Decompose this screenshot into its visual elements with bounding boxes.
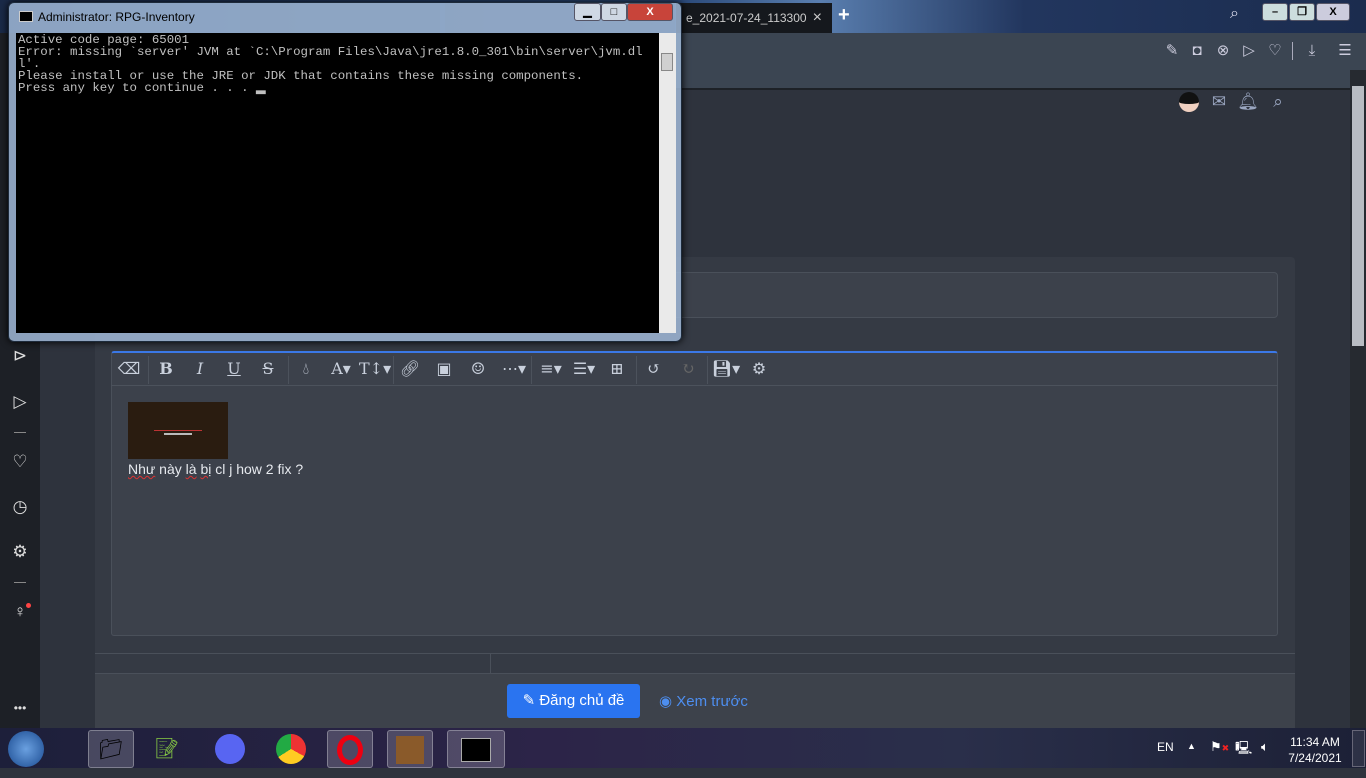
- color-icon[interactable]: 💧︎: [293, 358, 319, 380]
- easy-setup-icon[interactable]: ☰: [1334, 40, 1356, 62]
- message-editor[interactable]: [111, 351, 1278, 636]
- time: 11:34 AM: [1290, 735, 1340, 749]
- link-icon[interactable]: 🔗︎: [397, 358, 423, 380]
- post-thread-button[interactable]: ✎ Đăng chủ đề: [507, 684, 640, 718]
- tab-active[interactable]: e_2021-07-24_113300 ×: [676, 3, 832, 33]
- player-icon[interactable]: ⊳: [8, 344, 32, 368]
- chrome-icon[interactable]: [268, 730, 314, 768]
- settings-icon[interactable]: ⚙: [746, 358, 772, 380]
- show-desktop-button[interactable]: [1352, 730, 1365, 767]
- minecraft-icon[interactable]: [387, 730, 433, 768]
- notepad-plus-icon[interactable]: 📝︎: [144, 730, 190, 768]
- console-output[interactable]: Active code page: 65001 Error: missing `…: [16, 33, 659, 333]
- toolbar-separator: [636, 356, 637, 384]
- bell-icon[interactable]: 🔔︎: [1237, 92, 1259, 114]
- cmd-window-icon: [19, 11, 33, 22]
- send-icon[interactable]: ▷: [1238, 40, 1260, 62]
- discord-icon[interactable]: [207, 730, 253, 768]
- console-close-button[interactable]: X: [627, 3, 673, 21]
- font-size-icon[interactable]: T↕▾: [359, 358, 391, 380]
- history-icon[interactable]: ◷: [8, 495, 32, 519]
- toolbar-separator: [288, 356, 289, 384]
- new-tab-button[interactable]: +: [838, 4, 850, 27]
- network-icon[interactable]: 🖳︎: [1235, 739, 1252, 761]
- console-title: Administrator: RPG-Inventory: [38, 10, 195, 24]
- font-family-icon[interactable]: A▾: [326, 358, 356, 380]
- search-tabs-icon[interactable]: ⌕: [1230, 5, 1239, 23]
- download-icon[interactable]: ⤓: [1301, 40, 1323, 62]
- restore-button[interactable]: ❐: [1289, 3, 1315, 21]
- show-hidden-icons[interactable]: ▲: [1187, 741, 1196, 751]
- bold-icon[interactable]: B: [153, 358, 179, 380]
- toolbar-separator: [393, 356, 394, 384]
- pencil-icon: ✎: [522, 692, 540, 709]
- send-icon[interactable]: ▷: [8, 390, 32, 414]
- heart-icon[interactable]: ♡: [1264, 40, 1286, 62]
- italic-icon[interactable]: I: [187, 358, 213, 380]
- heart-icon[interactable]: ♡: [8, 450, 32, 474]
- redo-icon[interactable]: ↻: [675, 358, 701, 380]
- adblock-icon[interactable]: ⊗: [1212, 40, 1234, 62]
- avatar[interactable]: [1179, 92, 1199, 112]
- notification-dot: [26, 603, 31, 608]
- date: 7/24/2021: [1288, 751, 1342, 765]
- explorer-icon[interactable]: 📁︎: [88, 730, 134, 768]
- toolbar-divider: [1292, 42, 1293, 60]
- underline-icon[interactable]: U: [221, 358, 247, 380]
- sidebar-divider: [14, 432, 26, 433]
- minimize-button[interactable]: –: [1262, 3, 1288, 21]
- remove-format-icon[interactable]: ⌫: [116, 358, 142, 380]
- table-icon[interactable]: ⊞: [604, 358, 630, 380]
- mail-icon[interactable]: ✉: [1208, 92, 1230, 114]
- scrollbar-thumb[interactable]: [1352, 86, 1364, 346]
- drafts-icon[interactable]: 💾︎▾: [711, 358, 741, 380]
- image-icon[interactable]: ▣: [431, 358, 457, 380]
- console-minimize-button[interactable]: ▁: [574, 3, 601, 21]
- console-scrollbar[interactable]: [659, 33, 676, 333]
- settings-icon[interactable]: ⚙: [8, 540, 32, 564]
- start-button[interactable]: [8, 731, 44, 767]
- list-icon[interactable]: ☰▾: [569, 358, 599, 380]
- align-icon[interactable]: ≡▾: [536, 358, 566, 380]
- clock[interactable]: 11:34 AM 7/24/2021: [1284, 734, 1346, 766]
- preview-label: Xem trước: [676, 693, 748, 710]
- attached-image[interactable]: [128, 402, 228, 459]
- edit-snapshot-icon[interactable]: ✎: [1161, 40, 1183, 62]
- cmd-icon[interactable]: [447, 730, 505, 768]
- strikethrough-icon[interactable]: S: [255, 358, 281, 380]
- preview-button[interactable]: ◉ Xem trước: [659, 692, 748, 710]
- search-icon[interactable]: ⌕: [1267, 92, 1289, 114]
- more-icon[interactable]: •••: [8, 696, 32, 720]
- more-options-icon[interactable]: ⋯▾: [499, 358, 529, 380]
- toolbar-separator: [707, 356, 708, 384]
- eye-icon: ◉: [659, 693, 677, 710]
- emoji-icon[interactable]: ☺: [465, 358, 491, 380]
- post-label: Đăng chủ đề: [539, 692, 625, 709]
- toolbar-separator: [148, 356, 149, 384]
- undo-icon[interactable]: ↺: [641, 358, 667, 380]
- console-maximize-button[interactable]: □: [601, 3, 627, 21]
- action-center-icon[interactable]: ⚑✖: [1210, 739, 1229, 755]
- toolbar-separator: [531, 356, 532, 384]
- message-text: Như này là bị cl j how 2 fix ?: [128, 461, 304, 477]
- tab-close-icon[interactable]: ×: [813, 3, 822, 33]
- language-indicator[interactable]: EN: [1157, 740, 1174, 754]
- camera-icon[interactable]: ◘: [1186, 40, 1208, 62]
- sidebar-divider: [14, 582, 26, 583]
- close-button[interactable]: X: [1316, 3, 1350, 21]
- opera-icon[interactable]: [327, 730, 373, 768]
- tab-title: e_2021-07-24_113300: [686, 11, 807, 25]
- form-section-divider: [95, 653, 1295, 674]
- volume-icon[interactable]: 🔈︎: [1261, 739, 1269, 755]
